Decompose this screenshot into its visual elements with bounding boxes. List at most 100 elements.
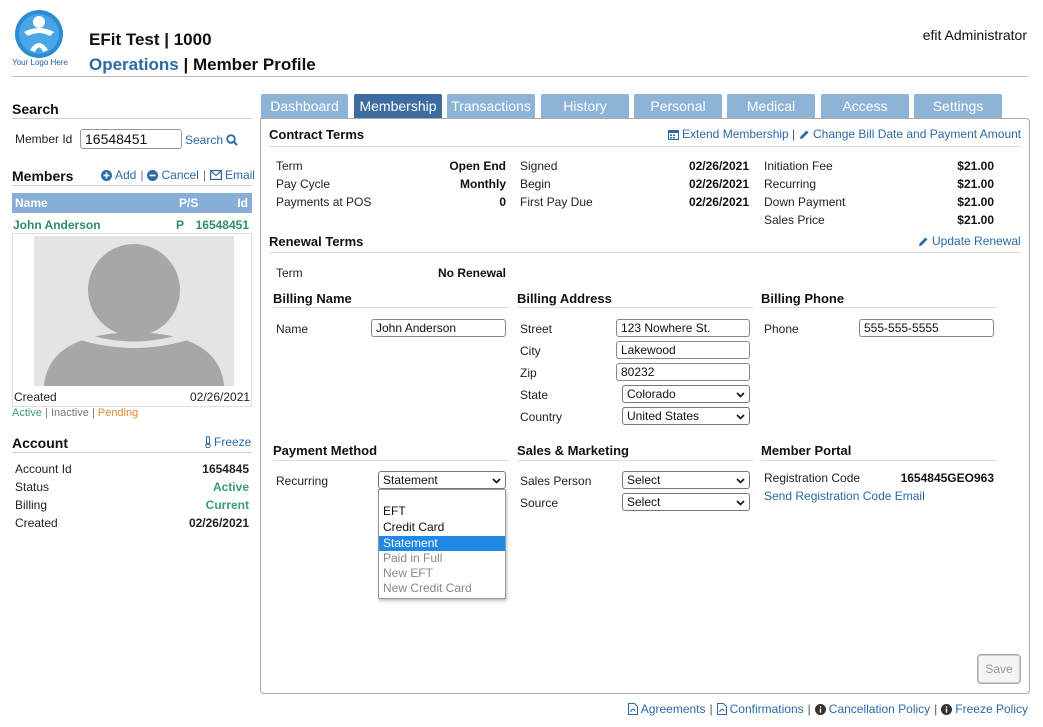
status-inactive[interactable]: Inactive bbox=[51, 407, 89, 419]
chevron-down-icon bbox=[736, 498, 745, 507]
option-credit-card[interactable]: Credit Card bbox=[379, 520, 505, 535]
status-active[interactable]: Active bbox=[12, 407, 42, 419]
term-label: Term bbox=[276, 159, 303, 173]
member-name[interactable]: John Anderson bbox=[13, 218, 101, 232]
sales-price-value: $21.00 bbox=[957, 213, 994, 227]
app-title: EFit Test | 1000 bbox=[89, 30, 212, 49]
country-select[interactable]: United States bbox=[622, 407, 750, 425]
option-blank[interactable] bbox=[379, 490, 505, 505]
logo-text: Your Logo Here bbox=[12, 58, 68, 67]
cancel-label: Cancel bbox=[161, 168, 199, 182]
street-field[interactable] bbox=[616, 319, 750, 337]
change-bill-date-link[interactable]: Change Bill Date and Payment Amount bbox=[799, 127, 1021, 141]
thermometer-icon bbox=[204, 436, 212, 448]
billing-phone-divider bbox=[761, 307, 997, 308]
footer-separator: | bbox=[934, 702, 938, 716]
member-portal-title: Member Portal bbox=[761, 443, 852, 458]
add-member-button[interactable]: Add bbox=[101, 168, 136, 182]
payment-method-title: Payment Method bbox=[273, 443, 378, 458]
term-value: Open End bbox=[449, 159, 506, 173]
tab-settings[interactable]: Settings bbox=[914, 94, 1002, 118]
sales-person-select[interactable]: Select bbox=[622, 471, 750, 489]
pdf-icon bbox=[716, 703, 727, 715]
members-table-header: Name P/S Id bbox=[12, 193, 252, 213]
tab-membership[interactable]: Membership bbox=[354, 94, 442, 118]
member-id-input[interactable] bbox=[80, 129, 182, 149]
zip-label: Zip bbox=[520, 366, 537, 380]
payment-method-divider bbox=[273, 460, 509, 461]
account-id-value: 1654845 bbox=[202, 462, 249, 476]
cancellation-policy-link[interactable]: Cancellation Policy bbox=[814, 702, 930, 716]
info-icon bbox=[814, 703, 826, 715]
country-selected-value: United States bbox=[627, 409, 700, 423]
col-name: Name bbox=[15, 196, 48, 210]
tab-access[interactable]: Access bbox=[821, 94, 909, 118]
calendar-icon bbox=[668, 129, 679, 140]
tab-dashboard[interactable]: Dashboard bbox=[261, 94, 348, 118]
header-divider bbox=[12, 76, 1028, 77]
billing-phone-title: Billing Phone bbox=[761, 291, 845, 306]
agreements-link[interactable]: Agreements bbox=[627, 702, 706, 716]
freeze-policy-link[interactable]: Freeze Policy bbox=[941, 702, 1028, 716]
renewal-term-label: Term bbox=[276, 266, 303, 280]
search-title: Search bbox=[12, 101, 59, 117]
account-title: Account bbox=[12, 435, 68, 451]
country-label: Country bbox=[520, 410, 563, 424]
save-button[interactable]: Save bbox=[977, 654, 1021, 684]
col-ps: P/S bbox=[179, 196, 199, 210]
chevron-down-icon bbox=[492, 476, 501, 485]
tab-personal[interactable]: Personal bbox=[634, 94, 722, 118]
freeze-label: Freeze bbox=[214, 435, 252, 449]
freeze-policy-label: Freeze Policy bbox=[955, 702, 1028, 716]
initiation-fee-value: $21.00 bbox=[957, 159, 994, 173]
confirmations-link[interactable]: Confirmations bbox=[716, 702, 804, 716]
freeze-button[interactable]: Freeze bbox=[204, 435, 251, 449]
account-created-value: 02/26/2021 bbox=[188, 516, 249, 530]
tab-medical[interactable]: Medical bbox=[727, 94, 815, 118]
cancel-member-button[interactable]: Cancel bbox=[147, 168, 199, 182]
update-renewal-label: Update Renewal bbox=[932, 234, 1021, 248]
extend-membership-link[interactable]: Extend Membership bbox=[668, 127, 789, 141]
search-icon bbox=[226, 134, 238, 146]
begin-value: 02/26/2021 bbox=[688, 177, 749, 191]
state-selected-value: Colorado bbox=[627, 387, 676, 401]
pencil-icon bbox=[799, 129, 810, 140]
breadcrumb-section[interactable]: Operations bbox=[89, 55, 179, 74]
billing-name-field[interactable] bbox=[371, 319, 506, 337]
user-name[interactable]: efit Administrator bbox=[923, 27, 1027, 43]
renewal-divider bbox=[269, 252, 1021, 253]
status-pending[interactable]: Pending bbox=[98, 407, 138, 419]
email-member-button[interactable]: Email bbox=[209, 168, 255, 182]
zip-field[interactable] bbox=[616, 363, 750, 381]
col-id: Id bbox=[237, 196, 248, 210]
envelope-icon bbox=[209, 170, 222, 180]
option-eft[interactable]: EFT bbox=[379, 504, 505, 519]
billing-name-label: Name bbox=[276, 322, 309, 336]
option-statement[interactable]: Statement bbox=[379, 536, 505, 551]
option-new-credit-card: New Credit Card bbox=[383, 581, 472, 595]
registration-code-value: 1654845GEO963 bbox=[900, 471, 994, 485]
avatar[interactable] bbox=[34, 236, 234, 386]
add-label: Add bbox=[115, 168, 137, 182]
update-renewal-link[interactable]: Update Renewal bbox=[918, 234, 1021, 248]
city-field[interactable] bbox=[616, 341, 750, 359]
account-id-label: Account Id bbox=[15, 462, 72, 476]
account-status-label: Status bbox=[15, 480, 50, 494]
tab-transactions[interactable]: Transactions bbox=[447, 94, 535, 118]
billing-address-divider bbox=[517, 307, 753, 308]
phone-field[interactable] bbox=[859, 319, 994, 337]
tab-history[interactable]: History bbox=[541, 94, 629, 118]
source-select[interactable]: Select bbox=[622, 493, 750, 511]
search-button[interactable]: Search bbox=[185, 133, 238, 147]
minus-circle-icon bbox=[147, 169, 159, 181]
members-divider bbox=[12, 185, 252, 186]
state-select[interactable]: Colorado bbox=[622, 385, 750, 403]
send-registration-email-link[interactable]: Send Registration Code Email bbox=[764, 489, 925, 503]
recurring-select[interactable]: Statement bbox=[378, 471, 506, 489]
avatar-placeholder-icon bbox=[34, 236, 234, 386]
signed-value: 02/26/2021 bbox=[688, 159, 749, 173]
member-created-value: 02/26/2021 bbox=[190, 390, 251, 404]
footer-separator: | bbox=[807, 702, 811, 716]
agreements-label: Agreements bbox=[640, 702, 706, 716]
table-row[interactable]: John Anderson P 16548451 bbox=[12, 215, 252, 235]
